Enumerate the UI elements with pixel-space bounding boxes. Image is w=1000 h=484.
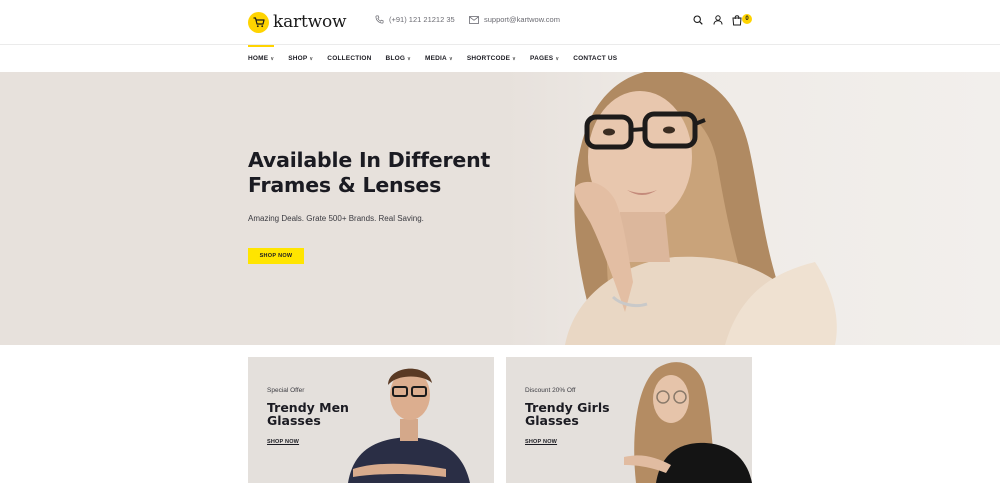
nav-item-pages[interactable]: PAGES ∨ — [530, 45, 559, 72]
nav-item-label: BLOG — [385, 55, 406, 62]
phone-icon — [375, 15, 384, 24]
chevron-down-icon: ∨ — [270, 55, 275, 62]
nav-item-label: SHOP — [288, 55, 308, 62]
nav-item-label: SHORTCODE — [466, 55, 511, 62]
nav-item-home[interactable]: HOME ∨ — [248, 45, 275, 72]
email-contact[interactable]: support@kartwow.com — [469, 15, 560, 24]
phone-contact[interactable]: (+91) 121 21212 35 — [375, 15, 455, 24]
nav-item-label: CONTACT US — [573, 55, 618, 62]
nav-item-label: MEDIA — [425, 55, 447, 62]
chevron-down-icon: ∨ — [555, 55, 560, 62]
nav-item-shortcode[interactable]: SHORTCODE ∨ — [467, 45, 516, 72]
search-icon[interactable] — [692, 14, 704, 26]
nav-item-contact-us[interactable]: CONTACT US — [573, 45, 617, 72]
chevron-down-icon: ∨ — [309, 55, 314, 62]
nav-item-label: COLLECTION — [327, 55, 372, 62]
promo-banner-men[interactable]: Special Offer Trendy Men Glasses SHOP NO… — [248, 357, 494, 483]
hero-image — [505, 72, 1000, 345]
brand-name: kartwow — [273, 12, 347, 32]
banner-tag: Special Offer — [267, 387, 305, 394]
hero-title: Available In Different Frames & Lenses — [248, 148, 491, 197]
nav-item-collection[interactable]: COLLECTION — [327, 45, 371, 72]
shop-now-link[interactable]: SHOP NOW — [525, 439, 557, 445]
chevron-down-icon: ∨ — [448, 55, 453, 62]
hero-banner: Available In Different Frames & Lenses A… — [0, 72, 1000, 345]
cart-button[interactable]: 0 — [732, 14, 752, 26]
nav-list: HOME ∨ SHOP ∨ COLLECTION BLOG ∨ MEDIA ∨ SHORTCODE… — [248, 45, 631, 72]
chevron-down-icon: ∨ — [512, 55, 517, 62]
email-address: support@kartwow.com — [484, 15, 560, 24]
cart-count-badge: 0 — [742, 14, 752, 24]
logo[interactable]: kartwow — [248, 11, 347, 33]
banner-tag: Discount 20% Off — [525, 387, 576, 394]
nav-item-label: PAGES — [530, 55, 554, 62]
cart-logo-icon — [248, 11, 269, 33]
hero-subtitle: Amazing Deals. Grate 500+ Brands. Real S… — [248, 214, 424, 223]
promo-banner-women[interactable]: Discount 20% Off Trendy Girls Glasses SH… — [506, 357, 752, 483]
header-actions: 0 — [692, 14, 752, 26]
nav-item-blog[interactable]: BLOG ∨ — [386, 45, 411, 72]
site-header: kartwow (+91) 121 21212 35 support@kartw… — [0, 0, 1000, 45]
shop-now-button[interactable]: SHOP NOW — [248, 248, 304, 264]
nav-item-label: HOME — [248, 55, 269, 62]
banner-title: Trendy Girls Glasses — [525, 400, 610, 428]
banner-title: Trendy Men Glasses — [267, 400, 349, 428]
cart-icon — [732, 15, 742, 26]
shop-now-link[interactable]: SHOP NOW — [267, 439, 299, 445]
main-nav: HOME ∨ SHOP ∨ COLLECTION BLOG ∨ MEDIA ∨ SHORTCODE… — [0, 45, 1000, 72]
mail-icon — [469, 15, 479, 24]
chevron-down-icon: ∨ — [407, 55, 411, 62]
nav-item-media[interactable]: MEDIA ∨ — [425, 45, 453, 72]
phone-number: (+91) 121 21212 35 — [389, 15, 455, 24]
nav-item-shop[interactable]: SHOP ∨ — [288, 45, 313, 72]
user-icon[interactable] — [712, 14, 724, 26]
